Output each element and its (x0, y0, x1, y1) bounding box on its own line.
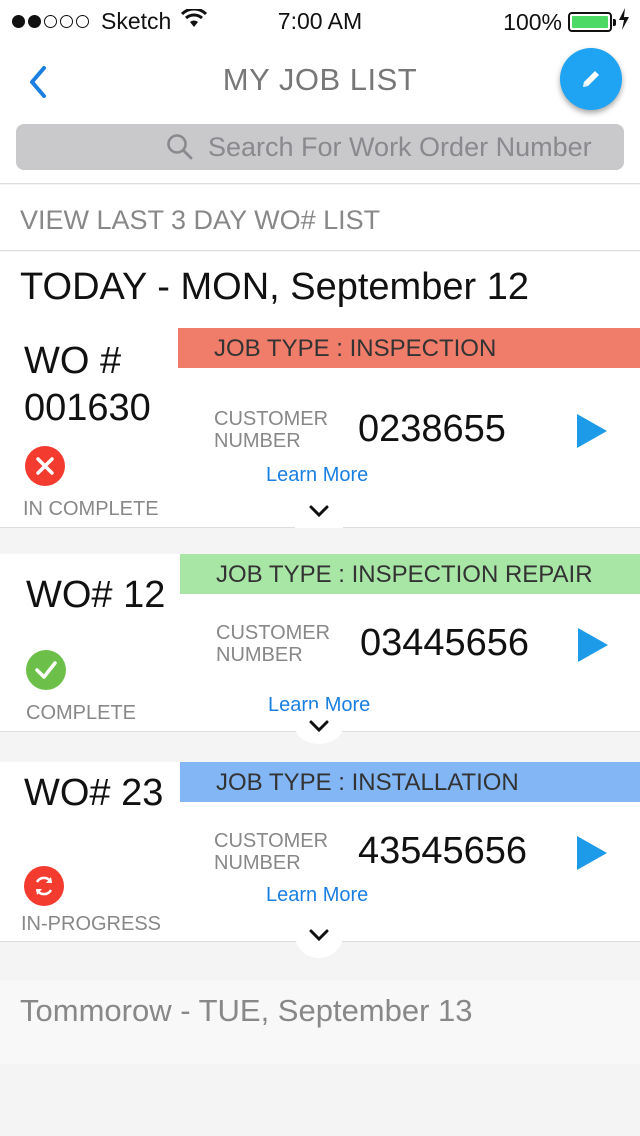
incomplete-icon (25, 446, 65, 486)
play-arrow-icon[interactable] (577, 836, 607, 870)
customer-number: 43545656 (358, 830, 528, 872)
work-order-number: WO# 12 (26, 574, 166, 616)
page-title: MY JOB LIST (222, 62, 418, 97)
customer-number-label: CUSTOMER NUMBER (216, 622, 331, 666)
expand-chevron-icon[interactable] (295, 912, 343, 958)
search-bar (16, 124, 624, 170)
learn-more-link[interactable]: Learn More (266, 464, 368, 487)
work-order-number: WO # 001630 (24, 340, 151, 429)
battery-icon (568, 12, 616, 32)
customer-number-label: CUSTOMER NUMBER (214, 830, 329, 874)
play-arrow-icon[interactable] (577, 414, 607, 448)
status-label: IN COMPLETE (23, 498, 159, 520)
today-heading: TODAY - MON, September 12 (0, 252, 640, 328)
job-type-banner: JOB TYPE : INSPECTION (178, 328, 640, 368)
charging-icon (618, 8, 630, 36)
nav-bar: MY JOB LIST (0, 42, 640, 184)
learn-more-link[interactable]: Learn More (266, 884, 368, 907)
play-arrow-icon[interactable] (578, 628, 608, 662)
job-card[interactable]: JOB TYPE : INSTALLATION WO# 23 IN-PROGRE… (0, 762, 640, 958)
pencil-icon (583, 71, 599, 87)
work-order-number: WO# 23 (24, 772, 164, 814)
job-type-banner: JOB TYPE : INSPECTION REPAIR (180, 554, 640, 594)
status-label: COMPLETE (26, 702, 137, 724)
complete-icon (26, 650, 66, 690)
job-type-banner: JOB TYPE : INSTALLATION (180, 762, 640, 802)
edit-button[interactable] (560, 48, 622, 110)
tomorrow-heading: Tommorow - TUE, September 13 (0, 980, 640, 1064)
search-icon (167, 134, 193, 160)
expand-chevron-icon[interactable] (295, 494, 343, 528)
search-input[interactable] (208, 131, 608, 163)
status-bar: Sketch 7:00 AM 100% (0, 0, 640, 42)
job-card[interactable]: JOB TYPE : INSPECTION WO # 001630 IN COM… (0, 328, 640, 528)
expand-chevron-icon[interactable] (295, 708, 343, 744)
view-last-3-days-link[interactable]: VIEW LAST 3 DAY WO# LIST (0, 185, 640, 251)
battery-percent: 100% (503, 8, 562, 35)
customer-number: 0238655 (358, 408, 506, 450)
in-progress-icon (24, 866, 64, 906)
customer-number: 03445656 (360, 622, 530, 664)
job-card[interactable]: JOB TYPE : INSPECTION REPAIR WO# 12 COMP… (0, 554, 640, 744)
customer-number-label: CUSTOMER NUMBER (214, 408, 329, 452)
status-label: IN-PROGRESS (21, 913, 162, 935)
